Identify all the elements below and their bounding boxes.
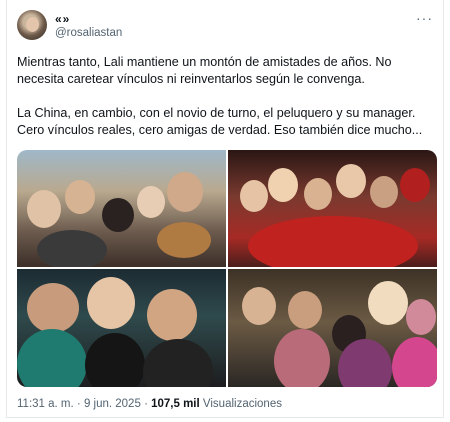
tweet-header: «» @rosaliastan ··· [17,10,435,46]
photo-group-party-red[interactable] [228,150,437,267]
tweet-card: «» @rosaliastan ··· Mientras tanto, Lali… [6,0,444,418]
avatar[interactable] [17,10,47,40]
meta-separator: · [144,398,148,410]
tweet-meta: 11:31 a. m. · 9 jun. 2025 · 107,5 mil Vi… [17,398,282,410]
photo-three-friends[interactable] [17,269,226,387]
tweet-date[interactable]: 9 jun. 2025 [84,398,141,410]
media-grid [17,150,437,387]
photo-group-night[interactable] [228,269,437,387]
tweet-text-line: La China, en cambio, con el novio de tur… [17,106,416,120]
more-options-icon[interactable]: ··· [416,10,433,26]
tweet-text-line: Mientras tanto, Lali mantiene un montón … [17,55,392,69]
tweet-text: Mientras tanto, Lali mantiene un montón … [17,54,435,139]
meta-separator: · [76,398,81,410]
display-name[interactable]: «» [55,12,70,26]
views-count: 107,5 mil [151,398,200,410]
photo-group-outdoor[interactable] [17,150,226,267]
views-label: Visualizaciones [202,398,282,410]
tweet-text-line: Cero vínculos reales, cero amigas de ver… [17,123,423,137]
user-handle[interactable]: @rosaliastan [55,27,122,39]
tweet-time[interactable]: 11:31 a. m. [17,398,74,410]
tweet-text-line: necesita caretear vínculos ni reinventar… [17,72,365,86]
